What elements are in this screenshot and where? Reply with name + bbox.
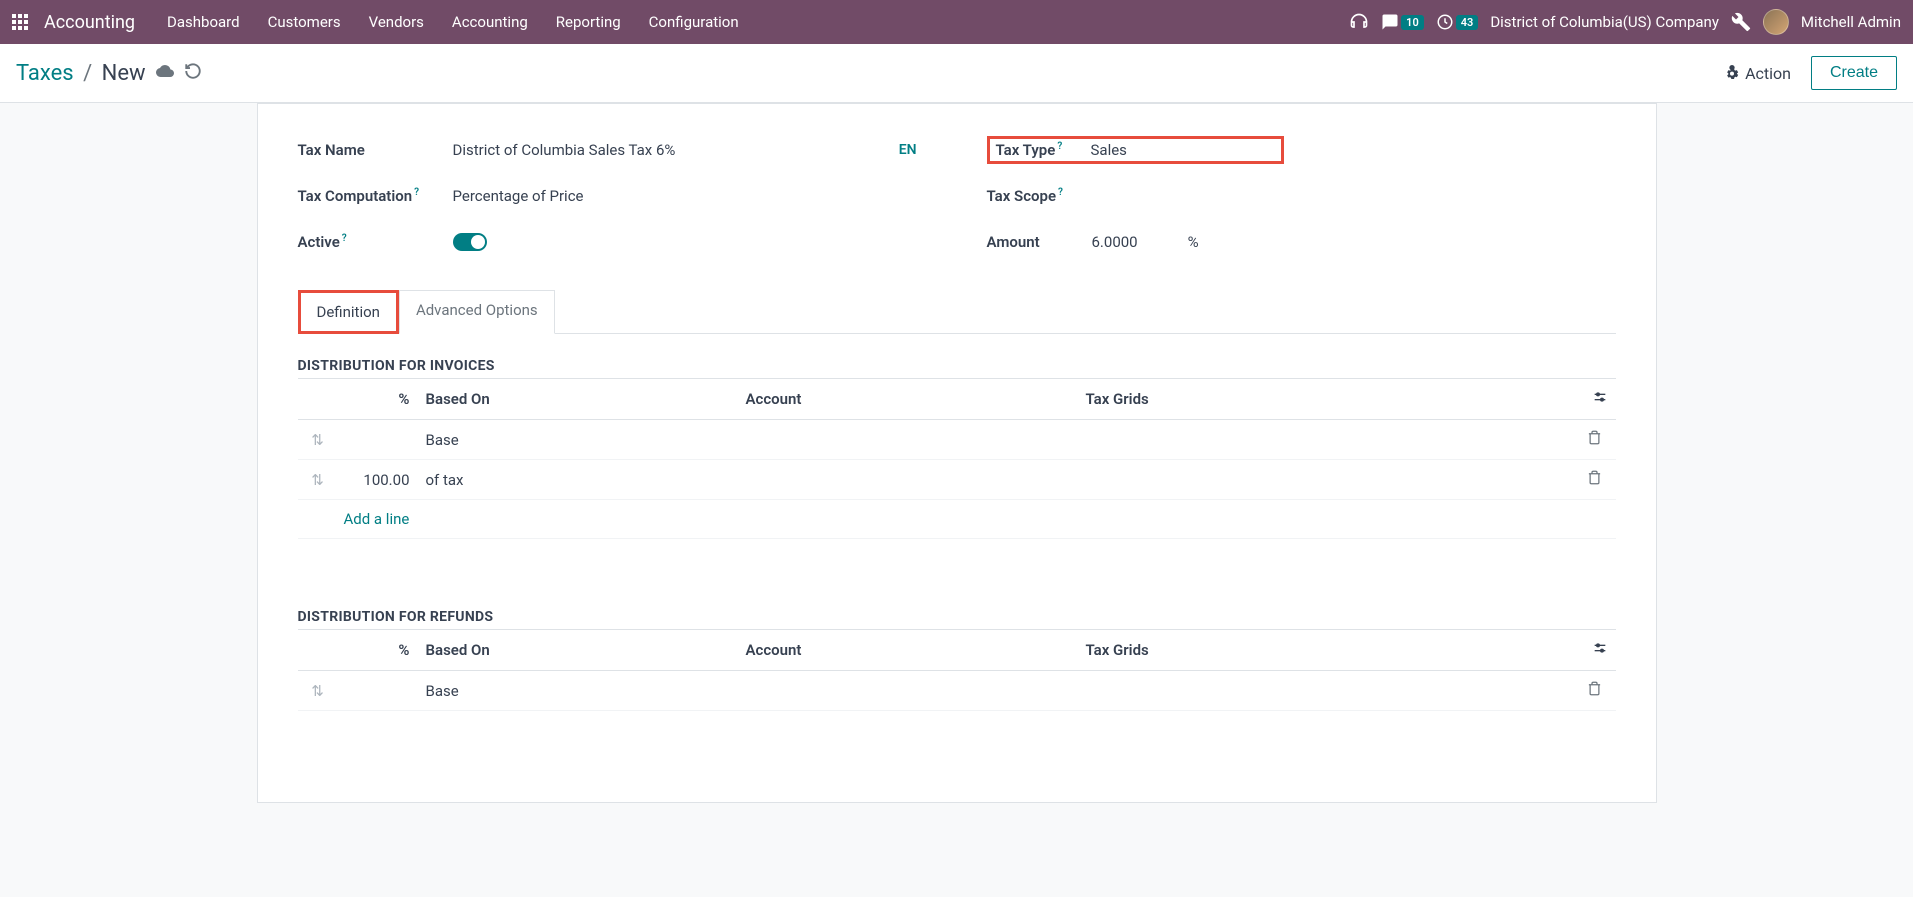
- breadcrumb-current: New: [102, 61, 146, 86]
- row-based-on[interactable]: of tax: [418, 460, 738, 500]
- row-account[interactable]: [738, 671, 1078, 711]
- save-cloud-icon[interactable]: [156, 62, 174, 84]
- refunds-table: % Based On Account Tax Grids ⇅ Base: [298, 630, 1616, 711]
- table-row[interactable]: ⇅ 100.00 of tax: [298, 460, 1616, 500]
- col-account: Account: [738, 379, 1078, 420]
- debug-icon[interactable]: [1731, 12, 1751, 32]
- tax-name-value[interactable]: District of Columbia Sales Tax 6%: [453, 141, 676, 159]
- activities-badge: 43: [1456, 15, 1479, 30]
- support-icon[interactable]: [1349, 12, 1369, 32]
- col-tax-grids: Tax Grids: [1078, 630, 1566, 671]
- col-based-on: Based On: [418, 379, 738, 420]
- col-percent: %: [338, 379, 418, 420]
- row-based-on[interactable]: Base: [418, 671, 738, 711]
- drag-handle-icon[interactable]: ⇅: [298, 420, 338, 460]
- tax-computation-value[interactable]: Percentage of Price: [453, 187, 584, 205]
- help-icon[interactable]: ?: [1058, 187, 1063, 198]
- breadcrumb: Taxes / New: [16, 61, 146, 86]
- row-tax-grids[interactable]: [1078, 460, 1566, 500]
- control-panel: Taxes / New Action Create: [0, 44, 1913, 103]
- main-navbar: Accounting Dashboard Customers Vendors A…: [0, 0, 1913, 44]
- row-account[interactable]: [738, 460, 1078, 500]
- col-account: Account: [738, 630, 1078, 671]
- amount-label: Amount: [987, 233, 1092, 251]
- tax-computation-label: Tax Computation?: [298, 187, 453, 205]
- drag-handle-icon[interactable]: ⇅: [298, 460, 338, 500]
- refunds-section-title: DISTRIBUTION FOR REFUNDS: [298, 609, 1616, 630]
- row-percent[interactable]: [338, 420, 418, 460]
- breadcrumb-sep: /: [83, 61, 92, 86]
- breadcrumb-parent[interactable]: Taxes: [16, 61, 74, 86]
- form-sheet: Tax Name District of Columbia Sales Tax …: [257, 103, 1657, 803]
- user-name[interactable]: Mitchell Admin: [1801, 13, 1901, 31]
- nav-accounting[interactable]: Accounting: [440, 5, 540, 39]
- nav-dashboard[interactable]: Dashboard: [155, 5, 252, 39]
- apps-icon[interactable]: [12, 14, 28, 30]
- amount-unit: %: [1188, 233, 1199, 251]
- tax-type-label: Tax Type?: [996, 141, 1091, 159]
- create-button[interactable]: Create: [1811, 56, 1897, 90]
- tax-scope-label: Tax Scope?: [987, 187, 1092, 205]
- table-options-icon[interactable]: [1592, 642, 1608, 660]
- nav-configuration[interactable]: Configuration: [637, 5, 751, 39]
- lang-badge[interactable]: EN: [899, 142, 917, 158]
- help-icon[interactable]: ?: [414, 187, 419, 198]
- delete-row-icon[interactable]: [1587, 682, 1602, 700]
- row-based-on[interactable]: Base: [418, 420, 738, 460]
- activities-icon[interactable]: 43: [1436, 13, 1479, 31]
- table-row[interactable]: ⇅ Base: [298, 671, 1616, 711]
- row-percent[interactable]: 100.00: [338, 460, 418, 500]
- discard-icon[interactable]: [184, 62, 202, 84]
- add-line-button[interactable]: Add a line: [298, 500, 1616, 538]
- nav-customers[interactable]: Customers: [256, 5, 353, 39]
- tab-advanced[interactable]: Advanced Options: [399, 290, 555, 334]
- action-label: Action: [1745, 64, 1791, 83]
- amount-value[interactable]: 6.0000: [1092, 233, 1138, 251]
- table-row[interactable]: ⇅ Base: [298, 420, 1616, 460]
- row-tax-grids[interactable]: [1078, 671, 1566, 711]
- delete-row-icon[interactable]: [1587, 471, 1602, 489]
- user-avatar[interactable]: [1763, 9, 1789, 35]
- nav-menu: Dashboard Customers Vendors Accounting R…: [155, 5, 751, 39]
- row-tax-grids[interactable]: [1078, 420, 1566, 460]
- company-selector[interactable]: District of Columbia(US) Company: [1490, 13, 1719, 31]
- help-icon[interactable]: ?: [1057, 141, 1062, 152]
- form-tabs: Definition Advanced Options: [298, 290, 1616, 334]
- drag-handle-icon[interactable]: ⇅: [298, 671, 338, 711]
- tax-name-label: Tax Name: [298, 141, 453, 159]
- help-icon[interactable]: ?: [342, 233, 347, 244]
- col-percent: %: [338, 630, 418, 671]
- active-toggle[interactable]: [453, 233, 487, 251]
- active-label: Active?: [298, 233, 453, 251]
- nav-reporting[interactable]: Reporting: [544, 5, 633, 39]
- row-percent[interactable]: [338, 671, 418, 711]
- invoices-section-title: DISTRIBUTION FOR INVOICES: [298, 358, 1616, 379]
- action-menu[interactable]: Action: [1724, 64, 1791, 83]
- tab-definition[interactable]: Definition: [298, 290, 399, 334]
- tax-type-value[interactable]: Sales: [1091, 141, 1127, 159]
- invoices-table: % Based On Account Tax Grids ⇅ Base: [298, 379, 1616, 539]
- messages-icon[interactable]: 10: [1381, 13, 1424, 31]
- table-options-icon[interactable]: [1592, 391, 1608, 409]
- delete-row-icon[interactable]: [1587, 431, 1602, 449]
- nav-vendors[interactable]: Vendors: [357, 5, 436, 39]
- col-based-on: Based On: [418, 630, 738, 671]
- messages-badge: 10: [1401, 15, 1424, 30]
- row-account[interactable]: [738, 420, 1078, 460]
- col-tax-grids: Tax Grids: [1078, 379, 1566, 420]
- app-name[interactable]: Accounting: [44, 12, 135, 33]
